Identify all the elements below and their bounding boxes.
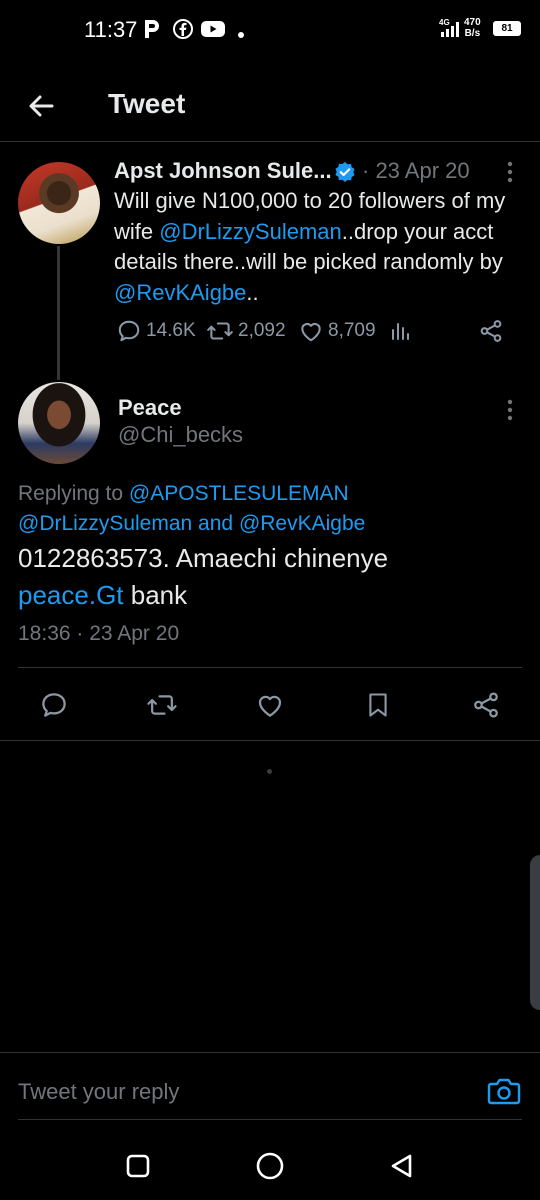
analytics-icon — [392, 323, 409, 340]
signal-icon: 4G — [438, 17, 460, 46]
facebook-icon — [172, 18, 194, 45]
top-app-bar: Tweet — [0, 70, 540, 142]
system-navigation-bar — [0, 1130, 540, 1200]
divider — [18, 667, 522, 668]
home-button[interactable] — [252, 1148, 288, 1184]
recents-button[interactable] — [120, 1148, 156, 1184]
reply-input[interactable] — [18, 1074, 458, 1110]
like-count-button[interactable]: 8,709 — [298, 318, 376, 344]
divider — [18, 1119, 522, 1120]
tweet-text-segment: bank — [123, 580, 188, 610]
home-circle-icon — [256, 1152, 284, 1180]
original-tweet-actions: 14.6K 2,092 8,709 — [116, 318, 516, 352]
status-time: 11:37 — [84, 17, 138, 42]
more-options-icon[interactable] — [500, 398, 520, 427]
heart-icon — [258, 695, 282, 717]
divider — [0, 1052, 540, 1053]
share-icon — [474, 692, 498, 718]
tweet-text-segment: 0122863573. Amaechi chinenye — [18, 543, 389, 573]
svg-text:4G: 4G — [439, 18, 450, 27]
loading-indicator — [267, 769, 272, 774]
replying-to-and: and — [192, 512, 239, 535]
share-button[interactable] — [478, 318, 504, 344]
back-button[interactable] — [384, 1148, 420, 1184]
retweet-count-button[interactable]: 2,092 — [206, 318, 286, 344]
retweet-icon — [207, 322, 233, 340]
page-title: Tweet — [108, 88, 186, 119]
reply-count-button[interactable]: 14.6K — [116, 318, 196, 344]
analytics-button[interactable] — [388, 318, 412, 344]
bookmark-icon — [369, 693, 387, 717]
original-tweet-text: Will give N100,000 to 20 followers of my… — [114, 186, 514, 308]
share-button[interactable] — [464, 684, 508, 726]
parking-app-icon — [142, 18, 162, 45]
edge-panel-handle[interactable] — [530, 855, 540, 1010]
network-speed-value: 470 — [464, 17, 481, 28]
retweet-button[interactable] — [140, 684, 184, 726]
original-author-name[interactable]: Apst Johnson Sule... — [114, 158, 332, 184]
back-arrow-icon[interactable] — [22, 86, 62, 126]
network-speed: 470 B/s — [464, 17, 481, 39]
reply-count: 14.6K — [146, 320, 196, 341]
youtube-icon — [200, 18, 226, 45]
original-tweet-date: · 23 Apr 20 — [362, 158, 470, 183]
more-options-icon[interactable] — [500, 160, 520, 189]
like-button[interactable] — [248, 684, 292, 726]
reply-author-avatar[interactable] — [18, 382, 100, 464]
reply-tweet-actions — [0, 684, 540, 726]
tweet-text-segment: .. — [246, 279, 259, 305]
thread-connector-line — [57, 246, 60, 380]
mention-link[interactable]: @RevKAigbe — [239, 512, 365, 535]
retweet-icon — [147, 695, 177, 715]
back-triangle-icon — [391, 1154, 412, 1178]
retweet-count: 2,092 — [238, 320, 286, 341]
reply-icon — [42, 693, 66, 717]
reply-author-handle[interactable]: @Chi_becks — [118, 422, 243, 448]
share-icon — [480, 320, 502, 342]
battery-indicator: 81 — [493, 21, 521, 36]
verified-badge-icon — [334, 161, 356, 188]
reply-button[interactable] — [32, 684, 76, 726]
status-bar: 11:37 4G 470 B/s 81 — [0, 0, 540, 62]
replying-to-prefix: Replying to — [18, 482, 129, 505]
camera-icon[interactable] — [486, 1074, 522, 1108]
reply-tweet-text: 0122863573. Amaechi chinenye peace.Gt ba… — [18, 540, 528, 614]
mention-link[interactable]: @RevKAigbe — [114, 280, 246, 305]
url-link[interactable]: peace.Gt — [18, 580, 124, 610]
mention-link[interactable]: @DrLizzySuleman — [159, 219, 342, 244]
mention-link[interactable]: @DrLizzySuleman — [18, 512, 192, 535]
divider — [0, 740, 540, 741]
bookmark-button[interactable] — [356, 684, 400, 726]
original-author-avatar[interactable] — [18, 162, 100, 244]
heart-icon — [301, 323, 321, 342]
reply-icon — [118, 320, 140, 342]
recents-square-icon — [126, 1154, 150, 1178]
replying-to-line: Replying to @APOSTLESULEMAN @DrLizzySulem… — [18, 479, 528, 539]
like-count: 8,709 — [328, 320, 376, 341]
notification-dot-icon — [237, 26, 245, 44]
reply-author-name[interactable]: Peace — [118, 395, 182, 421]
network-speed-unit: B/s — [464, 28, 481, 39]
mention-link[interactable]: @APOSTLESULEMAN — [129, 482, 349, 505]
reply-timestamp: 18:36 · 23 Apr 20 — [18, 622, 180, 645]
